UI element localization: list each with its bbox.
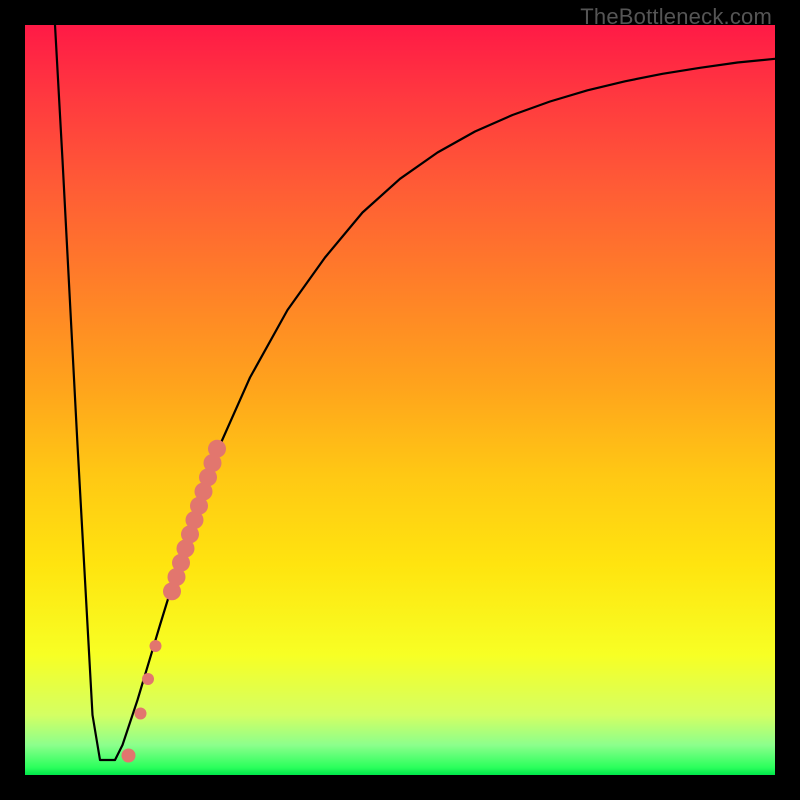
data-marker	[150, 640, 162, 652]
bottleneck-curve	[55, 25, 775, 760]
attribution-label: TheBottleneck.com	[580, 4, 772, 30]
data-marker	[122, 749, 136, 763]
chart-frame: TheBottleneck.com	[0, 0, 800, 800]
curve-layer	[25, 25, 775, 775]
data-marker	[142, 673, 154, 685]
data-marker	[135, 708, 147, 720]
marker-group	[122, 440, 227, 763]
data-marker	[208, 440, 226, 458]
plot-area	[25, 25, 775, 775]
